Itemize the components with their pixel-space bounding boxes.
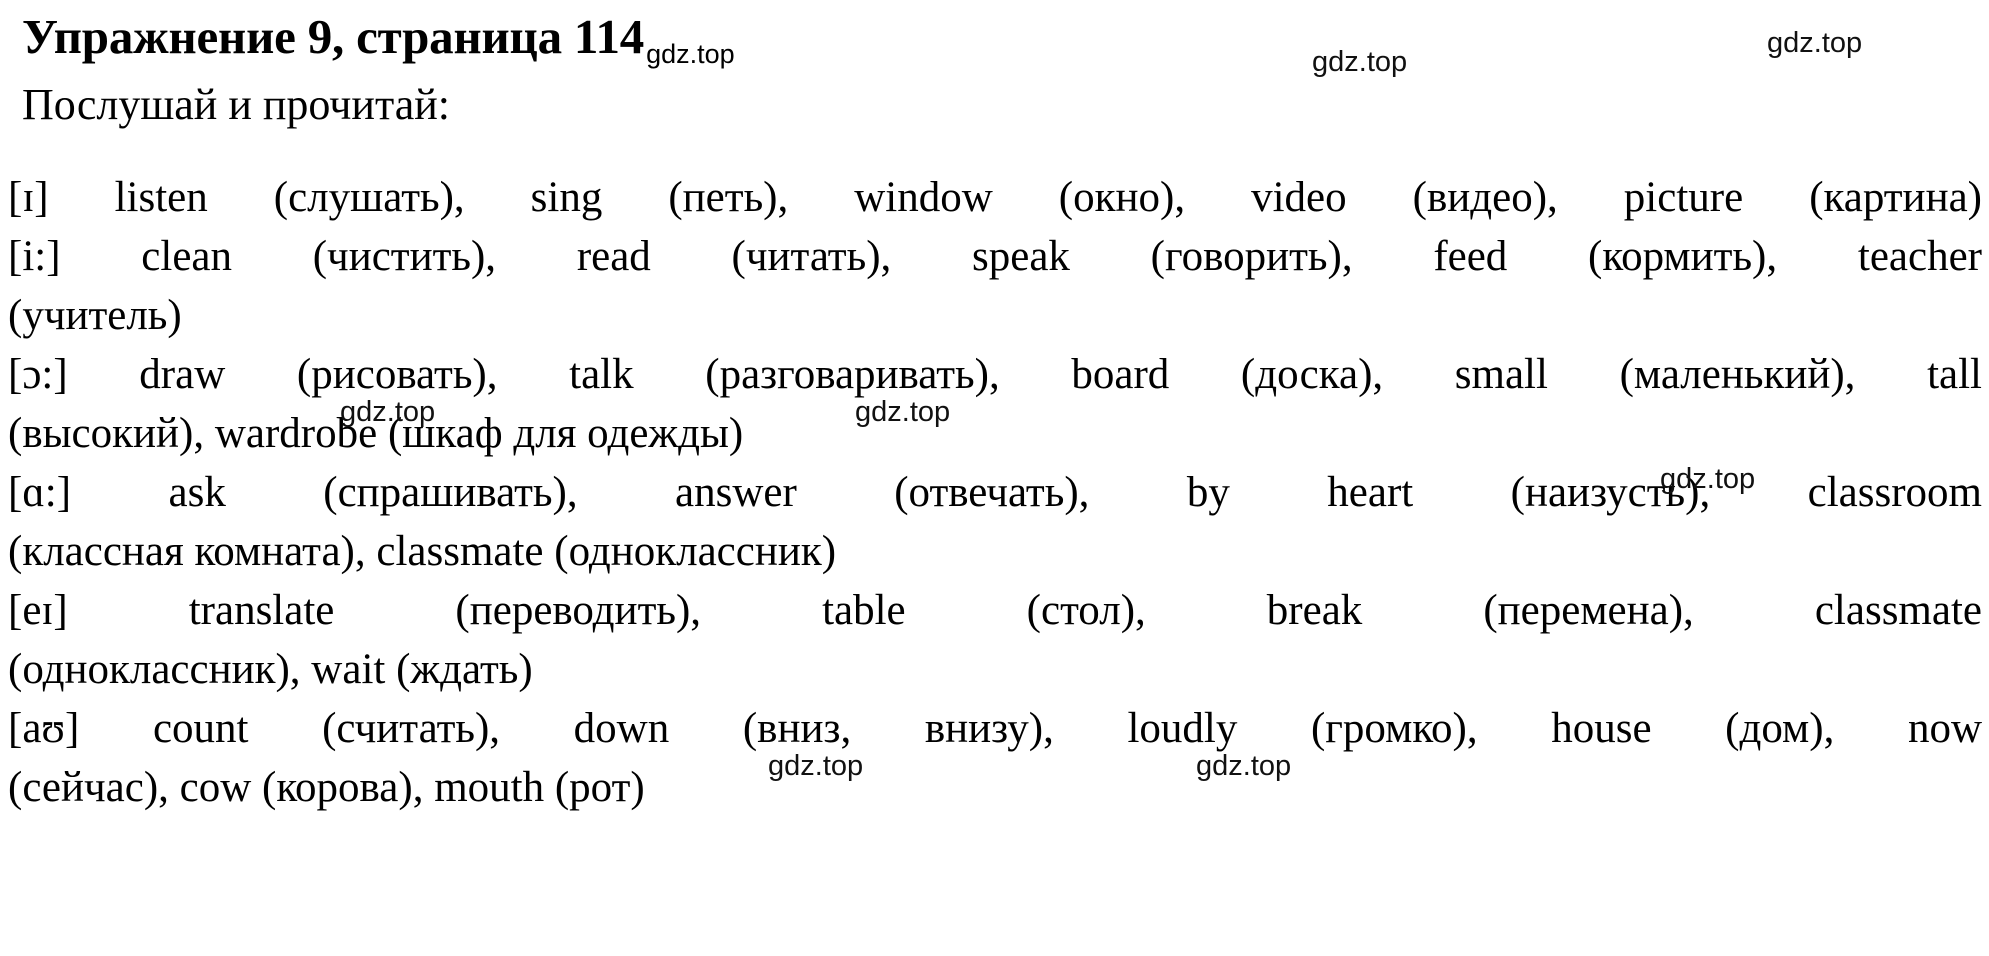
transcription-line-continuation: (сейчас), cow (корова), mouth (рот)	[8, 764, 645, 811]
task-instruction: Послушай и прочитай:	[22, 80, 451, 129]
watermark-title-inline: gdz.top	[646, 39, 735, 69]
transcription-line: [ɔ:] draw (рисовать), talk (разговариват…	[8, 351, 1982, 398]
watermark: gdz.top	[1767, 27, 1863, 59]
transcription-line: [ɪ] listen (слушать), sing (петь), windo…	[8, 174, 1982, 221]
transcription-line: [aʊ] count (считать), down (вниз, внизу)…	[8, 705, 1982, 752]
page-title: Упражнение 9, страница 114gdz.top	[22, 8, 1102, 73]
transcription-line-continuation: (одноклассник), wait (ждать)	[8, 646, 533, 693]
worksheet-page: Упражнение 9, страница 114gdz.top Послуш…	[0, 0, 1989, 956]
page-title-text: Упражнение 9, страница 114	[22, 9, 645, 64]
heading-block: Упражнение 9, страница 114gdz.top Послуш…	[22, 8, 1102, 133]
transcription-line-continuation: (классная комната), classmate (однокласс…	[8, 528, 837, 575]
transcription-list: [ɪ] listen (слушать), sing (петь), windo…	[8, 168, 1982, 817]
transcription-line-continuation: (учитель)	[8, 292, 182, 339]
transcription-line: [i:] clean (чистить), read (читать), spe…	[8, 233, 1982, 280]
watermark: gdz.top	[1312, 46, 1408, 78]
transcription-line: [eɪ] translate (переводить), table (стол…	[8, 587, 1982, 634]
transcription-line-continuation: (высокий), wardrobe (шкаф для одежды)	[8, 410, 744, 457]
transcription-line: [ɑ:] ask (спрашивать), answer (отвечать)…	[8, 469, 1982, 516]
